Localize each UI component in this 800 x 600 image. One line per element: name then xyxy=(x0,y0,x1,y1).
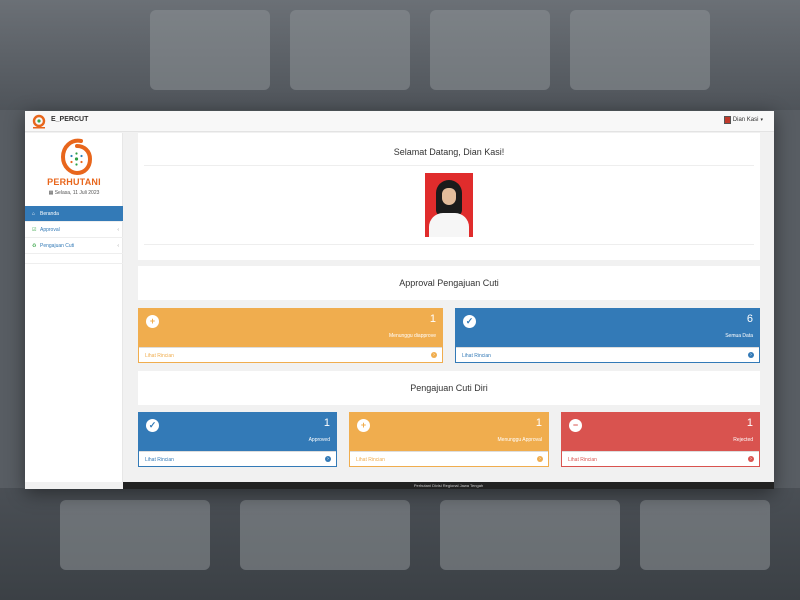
lihat-rincian-link[interactable]: Lihat Rincian xyxy=(462,353,491,359)
plus-circle-icon: + xyxy=(146,315,159,328)
card-menunggu-diapprove: + 1 Menunggu diapprove Lihat Rincian › xyxy=(138,308,443,363)
card-footer-link[interactable]: Lihat Rincian › xyxy=(139,451,336,466)
divider xyxy=(144,165,754,166)
sidebar-item-pengajuan-cuti[interactable]: ♻ Pengajuan Cuti ‹ xyxy=(25,238,123,254)
recycle-icon: ♻ xyxy=(32,242,37,249)
card-label: Rejected xyxy=(733,437,753,443)
perhutani-logo xyxy=(60,138,93,176)
card-label: Approved xyxy=(308,437,330,443)
card-footer-link[interactable]: Lihat Rincian › xyxy=(456,347,759,362)
section-title: Approval Pengajuan Cuti xyxy=(399,278,499,288)
welcome-title: Selamat Datang, Dian Kasi! xyxy=(393,147,505,157)
card-rejected: − 1 Rejected Lihat Rincian › xyxy=(561,412,760,467)
check-circle-icon: ✓ xyxy=(463,315,476,328)
card-footer-link[interactable]: Lihat Rincian › xyxy=(350,451,548,466)
sidebar-item-label: Pengajuan Cuti xyxy=(40,242,75,249)
lihat-rincian-link[interactable]: Lihat Rincian xyxy=(145,457,174,463)
card-count: 1 xyxy=(323,417,330,429)
card-count: 1 xyxy=(429,313,436,325)
card-footer-link[interactable]: Lihat Rincian › xyxy=(139,347,442,362)
lihat-rincian-link[interactable]: Lihat Rincian xyxy=(356,457,385,463)
org-name: PERHUTANI xyxy=(47,177,101,187)
arrow-circle-right-icon[interactable]: › xyxy=(325,456,331,462)
lihat-rincian-link[interactable]: Lihat Rincian xyxy=(145,353,174,359)
caret-down-icon: ▾ xyxy=(760,117,763,123)
card-label: Menunggu diapprove xyxy=(389,333,436,339)
card-label: Menunggu Approval xyxy=(497,437,542,443)
sidebar-item-beranda[interactable]: ⌂ Beranda xyxy=(25,206,123,222)
check-square-icon: ☑ xyxy=(32,226,37,233)
card-footer-link[interactable]: Lihat Rincian › xyxy=(562,451,759,466)
sidebar-item-approval[interactable]: ☑ Approval ‹ xyxy=(25,222,123,238)
chevron-left-icon: ‹ xyxy=(117,226,119,233)
sidebar-item-label: Approval xyxy=(40,226,60,233)
card-label: Semua Data xyxy=(725,333,753,339)
profile-photo xyxy=(425,173,473,237)
welcome-panel: Selamat Datang, Dian Kasi! xyxy=(138,133,760,260)
card-semua-data: ✓ 6 Semua Data Lihat Rincian › xyxy=(455,308,760,363)
own-leave-section-header: Pengajuan Cuti Diri xyxy=(138,371,760,405)
navbar: E_PERCUT Dian Kasi ▾ xyxy=(25,111,774,132)
user-name: Dian Kasi xyxy=(732,117,759,123)
arrow-circle-right-icon[interactable]: › xyxy=(748,456,754,462)
current-date: ▦ Selasa, 11 Juli 2023 xyxy=(48,190,100,196)
minus-circle-icon: − xyxy=(569,419,582,432)
page-footer: Perhutani Divisi Regional Jawa Tengah xyxy=(123,482,774,489)
arrow-circle-right-icon[interactable]: › xyxy=(431,352,437,358)
sidebar-item-label: Beranda xyxy=(40,210,59,217)
arrow-circle-right-icon[interactable]: › xyxy=(748,352,754,358)
card-count: 1 xyxy=(535,417,542,429)
divider xyxy=(144,244,754,245)
card-menunggu-approval: + 1 Menunggu Approval Lihat Rincian › xyxy=(349,412,549,467)
calendar-icon: ▦ xyxy=(48,190,54,196)
arrow-circle-right-icon[interactable]: › xyxy=(537,456,543,462)
sidebar: PERHUTANI ▦ Selasa, 11 Juli 2023 ⌂ Beran… xyxy=(25,133,123,482)
sidebar-menu: ⌂ Beranda ☑ Approval ‹ ♻ Pengajuan Cuti … xyxy=(25,206,123,264)
home-icon: ⌂ xyxy=(32,210,36,217)
user-menu[interactable]: Dian Kasi ▾ xyxy=(723,116,763,124)
app-window: E_PERCUT Dian Kasi ▾ PERHUTANI ▦ Selasa,… xyxy=(25,111,774,489)
lihat-rincian-link[interactable]: Lihat Rincian xyxy=(568,457,597,463)
brand-name[interactable]: E_PERCUT xyxy=(51,116,88,123)
user-avatar-icon xyxy=(723,116,731,124)
card-count: 6 xyxy=(746,313,753,325)
brand-logo-icon[interactable] xyxy=(32,113,46,129)
approval-section-header: Approval Pengajuan Cuti xyxy=(138,266,760,300)
check-circle-icon: ✓ xyxy=(146,419,159,432)
menu-divider xyxy=(25,254,123,264)
section-title: Pengajuan Cuti Diri xyxy=(410,383,488,393)
plus-circle-icon: + xyxy=(357,419,370,432)
chevron-left-icon: ‹ xyxy=(117,242,119,249)
card-approved: ✓ 1 Approved Lihat Rincian › xyxy=(138,412,337,467)
card-count: 1 xyxy=(746,417,753,429)
